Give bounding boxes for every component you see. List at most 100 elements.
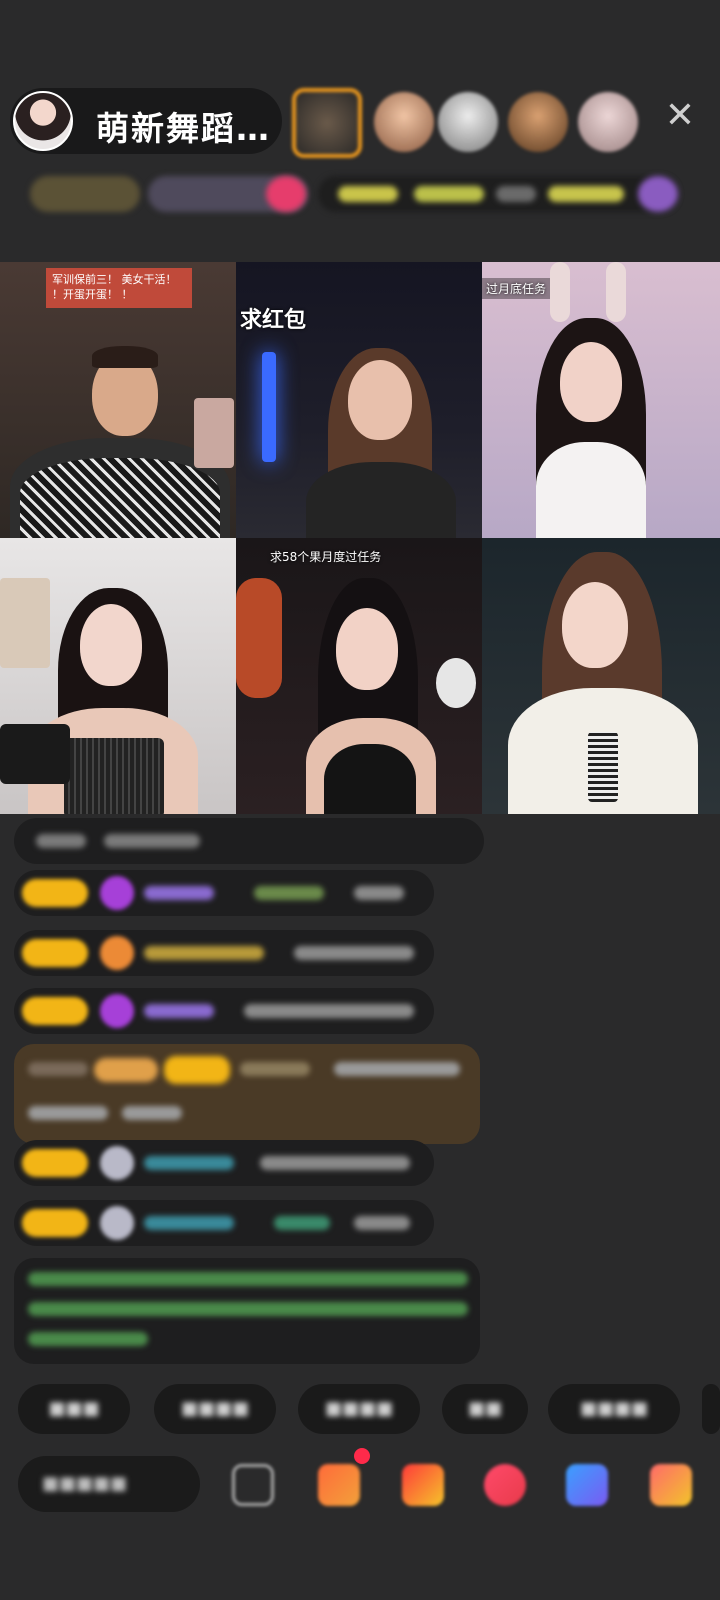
chat-message[interactable] <box>14 818 484 864</box>
system-message <box>14 1258 480 1364</box>
bunny-ear <box>550 262 570 322</box>
streamer-head <box>348 360 412 440</box>
gift-message[interactable] <box>14 1044 480 1144</box>
host-info[interactable]: 萌新舞蹈… <box>10 88 282 154</box>
video-tile[interactable] <box>482 538 720 814</box>
streamer-outfit <box>588 732 618 802</box>
level-badge <box>22 1149 88 1177</box>
viewer-avatar[interactable] <box>292 88 362 158</box>
chat-username <box>144 1216 234 1230</box>
microphone <box>0 724 70 784</box>
streamer-body <box>306 462 456 538</box>
share-icon[interactable] <box>566 1464 608 1506</box>
streamer-outfit <box>64 738 164 814</box>
level-badge <box>22 879 88 907</box>
chat-text <box>354 886 404 900</box>
quick-chips: ■■■ ■■■■ ■■■■ ■■ ■■■■ <box>18 1384 720 1434</box>
video-tile[interactable]: 过月底任务 <box>482 262 720 538</box>
chat-username <box>144 1156 234 1170</box>
streamer-head <box>336 608 398 690</box>
chat-text <box>36 834 86 848</box>
viewer-avatar[interactable] <box>578 92 638 152</box>
gift-icon[interactable] <box>638 176 678 212</box>
poster <box>194 398 234 468</box>
chat-text <box>244 1004 414 1018</box>
tile-caption: 求58个果月度过任务 <box>270 550 382 564</box>
shop-icon[interactable] <box>402 1464 444 1506</box>
chat-message[interactable] <box>14 988 434 1034</box>
chat-message[interactable] <box>14 1200 434 1246</box>
gift-icon[interactable] <box>318 1464 360 1506</box>
avatar <box>100 1146 134 1180</box>
chip-button[interactable]: ■■■■ <box>548 1384 680 1434</box>
chip-button[interactable]: ■■■■ <box>298 1384 420 1434</box>
level-badge <box>164 1056 230 1084</box>
chat-message[interactable] <box>14 1140 434 1186</box>
chat-text <box>354 1216 410 1230</box>
chat-message[interactable] <box>14 930 434 976</box>
viewer-avatar[interactable] <box>438 92 498 152</box>
host-avatar[interactable] <box>13 91 73 151</box>
announcement-text <box>414 186 484 202</box>
bunny-ear <box>606 262 626 322</box>
red-packet-icon[interactable] <box>484 1464 526 1506</box>
chat-username <box>144 946 264 960</box>
chat-username <box>144 886 214 900</box>
chip-button[interactable]: ■■■■ <box>154 1384 276 1434</box>
chip-button[interactable]: ■■■ <box>18 1384 130 1434</box>
chat-message[interactable] <box>14 870 434 916</box>
avatar <box>100 1206 134 1240</box>
viewer-avatar[interactable] <box>508 92 568 152</box>
bottom-toolbar: ■■■■■ <box>18 1448 720 1512</box>
streamer-head <box>560 342 622 422</box>
host-name[interactable]: 萌新舞蹈… <box>96 102 271 150</box>
chat-username <box>274 1216 330 1230</box>
light-strip <box>262 352 276 462</box>
plush-toy <box>436 658 476 708</box>
gem-icon <box>100 994 134 1028</box>
chat-username <box>28 1062 88 1076</box>
streamer-head <box>562 582 628 668</box>
gem-icon <box>100 876 134 910</box>
streamer-body <box>536 442 646 538</box>
gem-icon <box>100 936 134 970</box>
announcement-text <box>338 186 398 202</box>
video-grid: 军训保前三！ 美女干活！ ！开蛋开蛋！ ！ 求红包 过月底任务 求58个果月度过… <box>0 262 720 814</box>
video-tile[interactable]: 求58个果月度过任务 <box>236 538 482 814</box>
level-badge <box>22 1209 88 1237</box>
announcement-text <box>496 186 536 202</box>
system-text <box>28 1272 468 1286</box>
chat-username <box>254 886 324 900</box>
viewer-avatar[interactable] <box>374 92 434 152</box>
streamer-head <box>80 604 142 686</box>
grid-icon[interactable] <box>232 1464 274 1506</box>
video-tile[interactable] <box>0 538 236 814</box>
chip-button[interactable]: ■■ <box>442 1384 528 1434</box>
streamer-hair <box>92 346 158 368</box>
info-strip <box>18 170 700 220</box>
more-icon[interactable] <box>650 1464 692 1506</box>
notification-dot <box>354 1448 370 1464</box>
video-tile[interactable]: 军训保前三！ 美女干活！ ！开蛋开蛋！ ！ <box>0 262 236 538</box>
comment-input[interactable]: ■■■■■ <box>18 1456 200 1512</box>
decor <box>0 578 50 668</box>
tile-caption: 求红包 <box>240 308 307 333</box>
chip-button[interactable] <box>702 1384 720 1434</box>
chat-text <box>260 1156 410 1170</box>
close-icon[interactable]: ✕ <box>660 96 700 136</box>
chat-username <box>144 1004 214 1018</box>
decor-leaves <box>236 578 282 698</box>
rank-badge[interactable] <box>30 176 140 212</box>
system-text <box>28 1332 148 1346</box>
level-badge <box>22 997 88 1025</box>
gift-badge <box>94 1058 158 1082</box>
heart-icon[interactable] <box>266 176 306 212</box>
streamer-outfit <box>324 744 416 814</box>
system-text <box>28 1302 468 1316</box>
tile-sign: 军训保前三！ 美女干活！ ！开蛋开蛋！ ！ <box>46 268 192 308</box>
video-tile[interactable]: 求红包 <box>236 262 482 538</box>
chat-text <box>122 1106 182 1120</box>
announcement-text <box>548 186 624 202</box>
chat-text <box>334 1062 460 1076</box>
chat-text <box>104 834 200 848</box>
